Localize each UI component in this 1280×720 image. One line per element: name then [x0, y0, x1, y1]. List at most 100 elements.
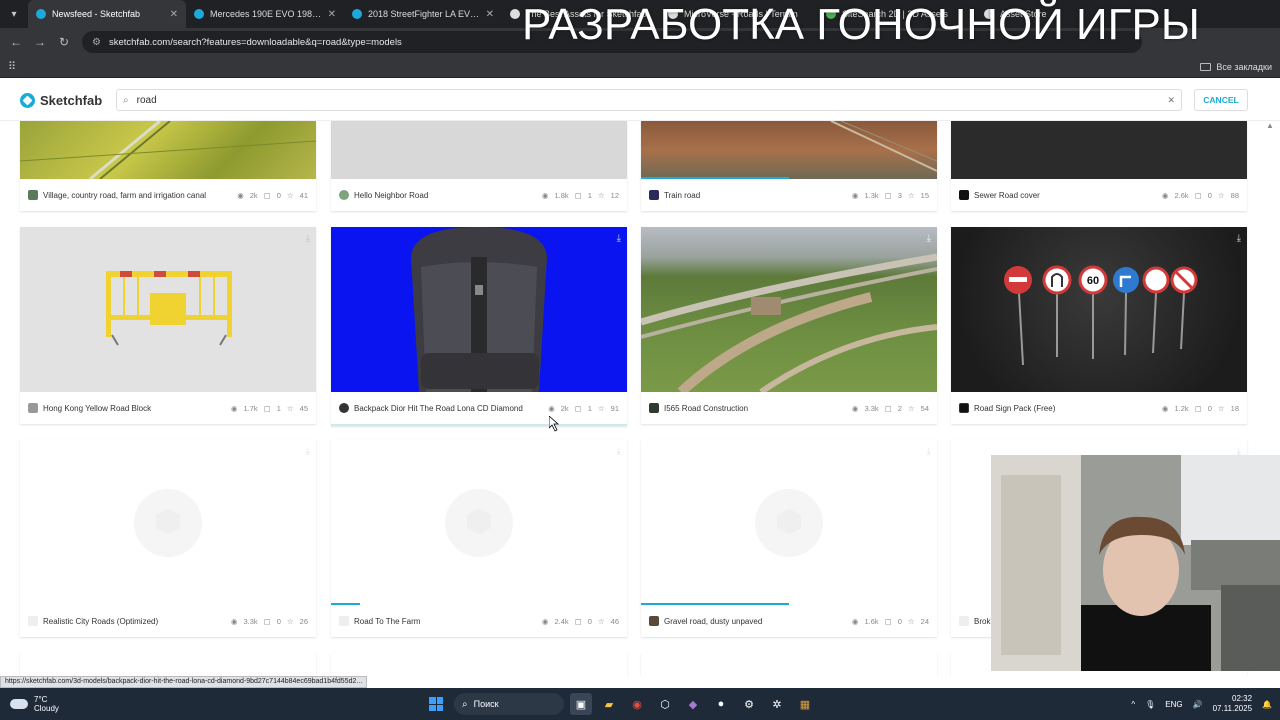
model-thumbnail[interactable]: ⤓	[331, 440, 627, 605]
visual-studio-icon[interactable]: ◆	[682, 693, 704, 715]
model-title[interactable]: Hong Kong Yellow Road Block	[43, 404, 231, 413]
model-thumbnail[interactable]: ⤓	[331, 227, 627, 392]
model-thumbnail[interactable]	[20, 121, 316, 179]
download-icon[interactable]: ⤓	[927, 233, 931, 244]
download-icon[interactable]: ⤓	[927, 446, 931, 457]
avatar[interactable]	[959, 403, 969, 413]
star-icon[interactable]: ☆	[1218, 191, 1225, 200]
unity-icon[interactable]: ⬡	[654, 693, 676, 715]
avatar[interactable]	[649, 403, 659, 413]
file-explorer-icon[interactable]: ▰	[598, 693, 620, 715]
avatar[interactable]	[959, 190, 969, 200]
star-icon[interactable]: ☆	[1218, 404, 1225, 413]
chrome-icon[interactable]: ◉	[626, 693, 648, 715]
model-title[interactable]: Train road	[664, 191, 852, 200]
star-icon[interactable]: ☆	[598, 404, 605, 413]
avatar[interactable]	[339, 616, 349, 626]
model-card[interactable]: ⤓ Realistic City Roads (Optimized) ◉ 3.3k…	[20, 440, 316, 637]
star-icon[interactable]: ☆	[908, 191, 915, 200]
avatar[interactable]	[959, 616, 969, 626]
model-card[interactable]: ⤓ Backpack Dior Hit The Road Lona CD Dia…	[331, 227, 627, 426]
forward-icon[interactable]: →	[28, 30, 52, 54]
model-card[interactable]: ⤓ I565 Road Construction ◉ 3.3k ▢ 2 ☆ 54	[641, 227, 937, 424]
task-view-icon[interactable]: ▣	[570, 693, 592, 715]
tab-search-icon[interactable]: ▾	[0, 0, 28, 28]
star-icon[interactable]: ☆	[908, 617, 915, 626]
star-icon[interactable]: ☆	[287, 617, 294, 626]
download-icon[interactable]: ⤓	[617, 446, 621, 457]
model-card[interactable]	[641, 653, 937, 676]
model-title[interactable]: Realistic City Roads (Optimized)	[43, 617, 231, 626]
steam-icon[interactable]: ⚙	[738, 693, 760, 715]
model-card[interactable]: Sewer Road cover ◉ 2.6k ▢ 0 ☆ 88	[951, 121, 1247, 211]
sketchfab-logo[interactable]: Sketchfab	[20, 92, 110, 108]
model-card[interactable]: ⤓ Hong Kong Yellow Road Block ◉ 1.7k ▢ 1 ☆ 45	[20, 227, 316, 424]
avatar[interactable]	[649, 616, 659, 626]
star-icon[interactable]: ☆	[287, 404, 294, 413]
model-card[interactable]: ⤓ Road To The Farm ◉ 2.4k ▢ 0 ☆ 46	[331, 440, 627, 637]
download-icon[interactable]: ⤓	[1237, 233, 1241, 244]
tab-newsfeed[interactable]: Newsfeed - Sketchfab ✕	[28, 0, 186, 28]
model-card[interactable]: Village, country road, farm and irrigati…	[20, 121, 316, 211]
model-thumbnail[interactable]: ⤓	[20, 227, 316, 392]
model-title[interactable]: Road To The Farm	[354, 617, 542, 626]
model-title[interactable]: Backpack Dior Hit The Road Lona CD Diamo…	[354, 404, 548, 413]
site-info-icon[interactable]: ⚙	[92, 37, 101, 48]
model-card[interactable]: ⤓ 60 Road Sign Pack (Free) ◉ 1.2k ▢ 0 ☆ …	[951, 227, 1247, 424]
model-title[interactable]: I565 Road Construction	[664, 404, 852, 413]
model-title[interactable]: Road Sign Pack (Free)	[974, 404, 1162, 413]
all-bookmarks[interactable]: Все закладки	[1200, 62, 1272, 72]
model-title[interactable]: Sewer Road cover	[974, 191, 1162, 200]
avatar[interactable]	[28, 616, 38, 626]
notifications-icon[interactable]: 🔔	[1262, 700, 1272, 709]
avatar[interactable]	[339, 190, 349, 200]
model-card[interactable]: Hello Neighbor Road ◉ 1.8k ▢ 1 ☆ 12	[331, 121, 627, 211]
star-icon[interactable]: ☆	[598, 617, 605, 626]
model-title[interactable]: Gravel road, dusty unpaved	[664, 617, 852, 626]
apps-grid-icon[interactable]: ⠿	[8, 60, 16, 73]
microphone-icon[interactable]: 🎙	[1145, 700, 1155, 709]
start-button[interactable]	[424, 692, 448, 716]
star-icon[interactable]: ☆	[598, 191, 605, 200]
app-icon[interactable]: ▦	[794, 693, 816, 715]
model-thumbnail[interactable]	[331, 121, 627, 179]
settings-icon[interactable]: ✲	[766, 693, 788, 715]
model-card[interactable]	[20, 653, 316, 676]
search-input[interactable]	[136, 94, 1168, 106]
weather-widget[interactable]: 7°C Cloudy	[10, 695, 130, 713]
star-icon[interactable]: ☆	[908, 404, 915, 413]
reload-icon[interactable]: ↻	[52, 30, 76, 54]
download-icon[interactable]: ⤓	[306, 446, 310, 457]
model-card[interactable]: ⤓ Gravel road, dusty unpaved ◉ 1.6k ▢ 0 ☆ 24	[641, 440, 937, 637]
taskbar-search[interactable]: ⌕ Поиск	[454, 693, 564, 715]
language-indicator[interactable]: ENG	[1165, 700, 1182, 709]
model-thumbnail[interactable]: ⤓ 60	[951, 227, 1247, 392]
download-icon[interactable]: ⤓	[617, 233, 621, 244]
model-card[interactable]	[331, 653, 627, 676]
model-thumbnail[interactable]: ⤓	[20, 440, 316, 605]
model-thumbnail[interactable]	[641, 121, 937, 179]
cancel-button[interactable]: CANCEL	[1194, 89, 1248, 111]
back-icon[interactable]: ←	[4, 30, 28, 54]
model-card[interactable]: Train road ◉ 1.3k ▢ 3 ☆ 15	[641, 121, 937, 211]
close-icon[interactable]: ✕	[486, 9, 494, 20]
avatar[interactable]	[28, 403, 38, 413]
clear-search-icon[interactable]: ✕	[1167, 95, 1175, 106]
star-icon[interactable]: ☆	[287, 191, 294, 200]
model-thumbnail[interactable]: ⤓	[641, 440, 937, 605]
close-icon[interactable]: ✕	[328, 9, 336, 20]
tab-streetfighter[interactable]: 2018 StreetFighter LA EVO X W✕	[344, 0, 502, 28]
download-icon[interactable]: ⤓	[306, 233, 310, 244]
clock[interactable]: 02:32 07.11.2025	[1213, 694, 1252, 714]
avatar[interactable]	[649, 190, 659, 200]
avatar[interactable]	[28, 190, 38, 200]
tab-mercedes[interactable]: Mercedes 190E EVO 1982 3D M✕	[186, 0, 344, 28]
volume-icon[interactable]: 🔊	[1193, 700, 1203, 709]
model-title[interactable]: Hello Neighbor Road	[354, 191, 542, 200]
model-title[interactable]: Village, country road, farm and irrigati…	[43, 191, 237, 200]
scrollbar-arrow-up-icon[interactable]: ▲	[1266, 121, 1276, 131]
avatar[interactable]	[339, 403, 349, 413]
model-thumbnail[interactable]: ⤓	[641, 227, 937, 392]
tray-chevron-icon[interactable]: ^	[1131, 700, 1135, 709]
model-thumbnail[interactable]	[951, 121, 1247, 179]
